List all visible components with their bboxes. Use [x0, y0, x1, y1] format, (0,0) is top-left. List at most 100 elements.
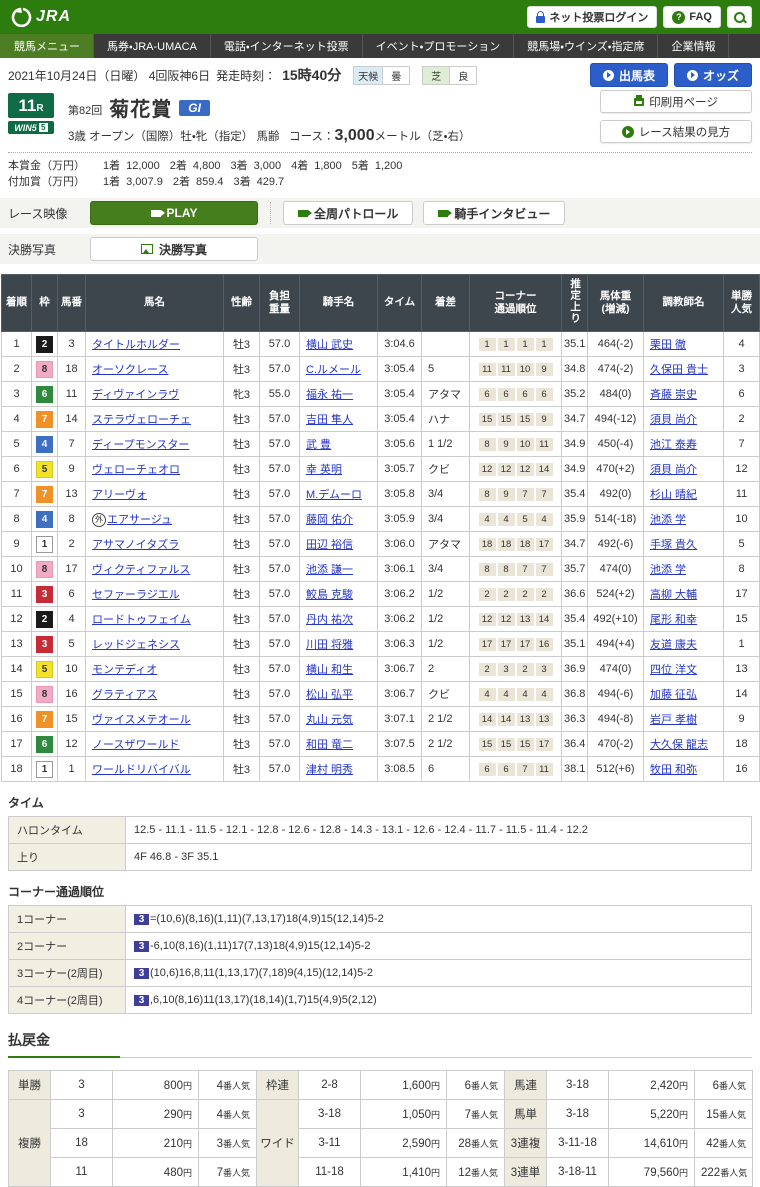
horse-name-link[interactable]: ヴァイスメテオール — [92, 714, 191, 726]
search-button[interactable] — [727, 6, 752, 28]
jockey-link[interactable]: 池添 謙一 — [306, 564, 353, 576]
horse-name-link[interactable]: モンテディオ — [92, 664, 157, 676]
yen-unit: 円 — [431, 1081, 440, 1091]
horse-name-link[interactable]: セファーラジエル — [92, 589, 180, 601]
jockey-link[interactable]: 武 豊 — [306, 439, 331, 451]
finish-position: 17 — [2, 732, 32, 757]
horse-name-link[interactable]: ヴェローチェオロ — [92, 464, 180, 476]
nav-item-5[interactable]: 企業情報 — [657, 34, 729, 58]
jockey-link[interactable]: 幸 英明 — [306, 464, 342, 476]
carried-weight: 57.0 — [260, 407, 300, 432]
jockey-link[interactable]: 津村 明秀 — [306, 764, 353, 776]
jockey-link[interactable]: C.ルメール — [306, 364, 361, 376]
jockey-interview-button[interactable]: 騎手インタビュー — [423, 201, 565, 225]
horse-name-link[interactable]: ノースザワールド — [92, 739, 179, 751]
trainer-link[interactable]: 池添 学 — [650, 514, 686, 526]
jockey-link[interactable]: 川田 将雅 — [306, 639, 353, 651]
trainer-link[interactable]: 岩戸 孝樹 — [650, 714, 697, 726]
horse-name-link[interactable]: ステラヴェローチェ — [92, 414, 191, 426]
trainer-link[interactable]: 須貝 尚介 — [650, 464, 697, 476]
horse-name-link[interactable]: ヴィクティファルス — [92, 564, 190, 576]
jockey-link[interactable]: 藤岡 佑介 — [306, 514, 353, 526]
finish-time: 3:05.7 — [378, 457, 422, 482]
odds-button[interactable]: オッズ — [674, 63, 752, 87]
payout-popularity: 12番人気 — [447, 1158, 505, 1187]
jockey-link[interactable]: 吉田 隼人 — [306, 414, 353, 426]
trainer-link[interactable]: 栗田 徹 — [650, 339, 686, 351]
patrol-video-button[interactable]: 全周パトロール — [283, 201, 413, 225]
trainer-link[interactable]: 加藤 征弘 — [650, 689, 697, 701]
horse-name-link[interactable]: アサマノイタズラ — [92, 539, 179, 551]
trainer-link[interactable]: 手塚 貴久 — [650, 539, 697, 551]
video-camera-icon — [151, 210, 161, 217]
trainer-link[interactable]: 須貝 尚介 — [650, 414, 697, 426]
trainer-cell: 友道 康夫 — [644, 632, 724, 657]
jockey-link[interactable]: 松山 弘平 — [306, 689, 353, 701]
entries-button[interactable]: 出馬表 — [590, 63, 668, 87]
jockey-link[interactable]: 和田 竜二 — [306, 739, 353, 751]
jockey-link[interactable]: 福永 祐一 — [306, 389, 353, 401]
trainer-link[interactable]: 友道 康夫 — [650, 639, 697, 651]
waku-badge: 3 — [36, 636, 53, 653]
waku-cell: 6 — [32, 732, 58, 757]
sex-age: 牡3 — [224, 557, 260, 582]
jockey-cell: 藤岡 佑介 — [300, 507, 378, 532]
horse-name-link[interactable]: ディープモンスター — [92, 439, 189, 451]
nav-item-1[interactable]: 馬券・JRA-UMACA — [93, 34, 210, 58]
horse-name-cell: ヴァイスメテオール — [86, 707, 224, 732]
trainer-link[interactable]: 池江 泰寿 — [650, 439, 697, 451]
trainer-cell: 大久保 龍志 — [644, 732, 724, 757]
finish-photo-button[interactable]: 決勝写真 — [90, 237, 258, 261]
jockey-link[interactable]: 丹内 祐次 — [306, 614, 353, 626]
trainer-link[interactable]: 久保田 貴士 — [650, 364, 708, 376]
horse-name-link[interactable]: レッドジェネシス — [92, 639, 180, 651]
table-row: 1335レッドジェネシス牡357.0川田 将雅3:06.31/217171716… — [2, 632, 760, 657]
trainer-link[interactable]: 四位 洋文 — [650, 664, 697, 676]
results-header-2: 馬番 — [58, 275, 86, 332]
jockey-link[interactable]: 丸山 元気 — [306, 714, 353, 726]
play-button[interactable]: PLAY — [90, 201, 258, 225]
print-page-button[interactable]: 印刷用ページ — [600, 90, 752, 113]
horse-name-link[interactable]: タイトルホルダー — [92, 339, 180, 351]
nav-item-4[interactable]: 競馬場・ウインズ・指定席 — [513, 34, 657, 58]
corner-position: 14 — [536, 613, 553, 626]
jockey-link[interactable]: M.デムーロ — [306, 489, 362, 501]
jockey-link[interactable]: 横山 武史 — [306, 339, 353, 351]
last-3f: 35.4 — [562, 607, 588, 632]
nav-item-0[interactable]: 競馬メニュー — [0, 34, 93, 58]
corner-position: 13 — [517, 613, 534, 626]
horse-number: 9 — [58, 457, 86, 482]
horse-name-cell: グラティアス — [86, 682, 224, 707]
horse-name-link[interactable]: オーソクレース — [92, 364, 168, 376]
horse-number: 10 — [58, 657, 86, 682]
jockey-link[interactable]: 鮫島 克駿 — [306, 589, 353, 601]
horse-name-link[interactable]: エアサージュ — [107, 514, 172, 526]
trainer-link[interactable]: 高柳 大輔 — [650, 589, 697, 601]
horse-name-link[interactable]: グラティアス — [92, 689, 157, 701]
nav-item-3[interactable]: イベント・プロモーション — [362, 34, 514, 58]
trainer-link[interactable]: 杉山 晴紀 — [650, 489, 697, 501]
nav-item-2[interactable]: 電話・インターネット投票 — [210, 34, 362, 58]
trainer-link[interactable]: 尾形 和幸 — [650, 614, 697, 626]
horse-name-link[interactable]: アリーヴォ — [92, 489, 147, 501]
horse-name-link[interactable]: ロードトゥフェイム — [92, 614, 191, 626]
sex-age: 牡3 — [224, 432, 260, 457]
horse-weight: 450(-4) — [588, 432, 644, 457]
trainer-link[interactable]: 牧田 和弥 — [650, 764, 697, 776]
jockey-link[interactable]: 横山 和生 — [306, 664, 353, 676]
faq-button[interactable]: FAQ — [663, 6, 721, 28]
net-voting-login-button[interactable]: ネット投票ログイン — [527, 6, 657, 28]
weather-value: 曇 — [382, 66, 410, 85]
trainer-link[interactable]: 池添 学 — [650, 564, 686, 576]
horse-number: 6 — [58, 582, 86, 607]
jra-logo[interactable]: JRA — [8, 6, 71, 28]
waku-cell: 1 — [32, 757, 58, 782]
horse-name-link[interactable]: ディヴァインラヴ — [92, 389, 179, 401]
horse-name-link[interactable]: ワールドリバイバル — [92, 764, 191, 776]
horse-number: 1 — [58, 757, 86, 782]
trainer-link[interactable]: 斉藤 崇史 — [650, 389, 697, 401]
results-guide-button[interactable]: レース結果の見方 — [600, 120, 752, 143]
trainer-link[interactable]: 大久保 龍志 — [650, 739, 708, 751]
carried-weight: 57.0 — [260, 632, 300, 657]
jockey-link[interactable]: 田辺 裕信 — [306, 539, 353, 551]
